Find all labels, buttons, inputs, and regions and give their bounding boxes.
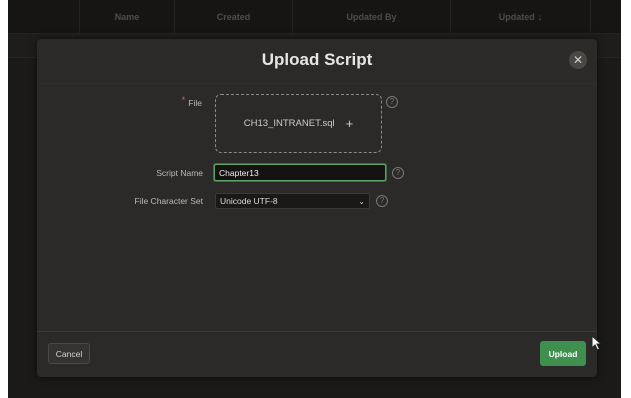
upload-script-dialog: Upload Script ✕ * File CH13_INTRANET.sql … [37,39,597,377]
charset-label: File Character Set [134,196,204,206]
script-name-help-icon[interactable]: ? [392,167,404,179]
file-help-icon[interactable]: ? [386,96,398,108]
column-header-updated[interactable]: Updated ↓ [451,0,591,34]
dialog-footer-divider [37,331,597,332]
script-name-label: Script Name [156,168,203,178]
charset-value: Unicode UTF-8 [220,196,278,206]
close-button[interactable]: ✕ [569,51,587,69]
file-label: * File [181,95,202,108]
file-name: CH13_INTRANET.sql [243,118,335,129]
report-col-spacer [8,0,80,34]
column-header-name[interactable]: Name [80,0,175,34]
charset-select[interactable]: Unicode UTF-8 ⌄ [215,193,370,209]
file-dropzone[interactable]: CH13_INTRANET.sql + [215,94,382,153]
dialog-title: Upload Script [261,50,373,69]
cancel-button[interactable]: Cancel [48,343,90,364]
column-header-updated-by[interactable]: Updated By [293,0,451,34]
required-marker: * [181,95,186,105]
sort-descending-icon: ↓ [537,12,543,22]
column-header-created[interactable]: Created [175,0,293,34]
report-header: Name Created Updated By Updated ↓ [8,0,621,34]
mouse-pointer-icon [591,335,603,351]
charset-help-icon[interactable]: ? [376,195,388,207]
upload-button[interactable]: Upload [540,341,586,366]
close-icon: ✕ [572,53,584,67]
dialog-header-divider [37,83,597,84]
chevron-down-icon: ⌄ [358,196,365,206]
add-file-icon[interactable]: + [346,116,354,131]
script-name-input[interactable] [214,164,386,181]
